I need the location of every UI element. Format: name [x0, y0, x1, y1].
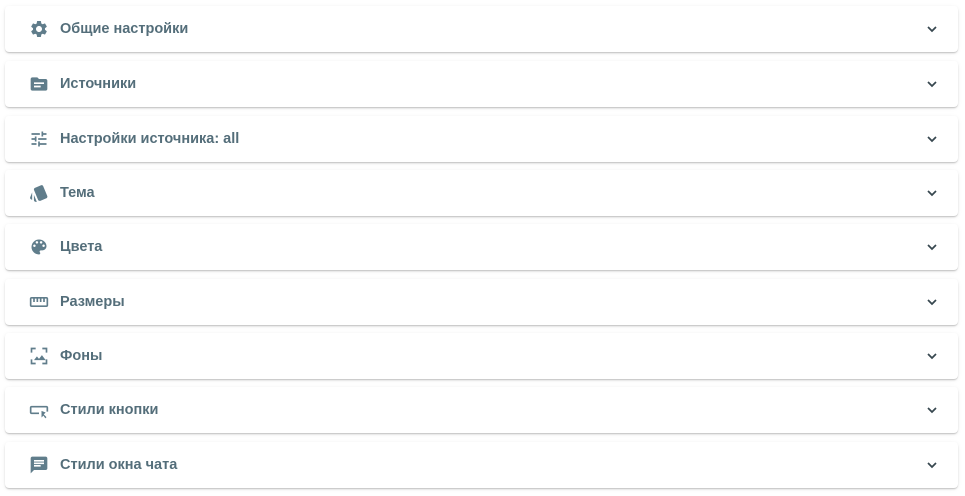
button-cursor-icon — [29, 400, 49, 420]
panel-theme[interactable]: Тема — [5, 170, 958, 216]
panel-button-styles[interactable]: Стили кнопки — [5, 387, 958, 433]
chat-bubble-icon — [29, 455, 49, 475]
panel-backgrounds[interactable]: Фоны — [5, 333, 958, 379]
ruler-icon — [29, 292, 49, 312]
panel-header[interactable]: Источники — [5, 61, 958, 107]
panel-general-settings[interactable]: Общие настройки — [5, 6, 958, 52]
panel-label: Стили окна чата — [60, 457, 178, 473]
chevron-down-icon[interactable] — [924, 239, 940, 255]
sliders-icon — [29, 129, 49, 149]
panel-label: Стили кнопки — [60, 402, 159, 418]
panel-header[interactable]: Настройки источника: all — [5, 116, 958, 162]
chevron-down-icon[interactable] — [924, 76, 940, 92]
chevron-down-icon[interactable] — [924, 457, 940, 473]
settings-accordion: Общие настройки Источники Настройки исто… — [0, 0, 965, 496]
chevron-down-icon[interactable] — [924, 185, 940, 201]
chevron-down-icon[interactable] — [924, 294, 940, 310]
chevron-down-icon[interactable] — [924, 21, 940, 37]
panel-chat-window-styles[interactable]: Стили окна чата — [5, 442, 958, 488]
chevron-down-icon[interactable] — [924, 402, 940, 418]
panel-header[interactable]: Стили кнопки — [5, 387, 958, 433]
panel-source-settings[interactable]: Настройки источника: all — [5, 116, 958, 162]
theme-swatch-icon — [29, 183, 49, 203]
palette-icon — [29, 237, 49, 257]
panel-header[interactable]: Размеры — [5, 279, 958, 325]
panel-label: Настройки источника: all — [60, 131, 240, 147]
panel-header[interactable]: Общие настройки — [5, 6, 958, 52]
panel-colors[interactable]: Цвета — [5, 224, 958, 270]
panel-header[interactable]: Стили окна чата — [5, 442, 958, 488]
panel-label: Источники — [60, 76, 137, 92]
panel-sources[interactable]: Источники — [5, 61, 958, 107]
panel-header[interactable]: Тема — [5, 170, 958, 216]
panel-label: Размеры — [60, 294, 125, 310]
panel-label: Цвета — [60, 239, 103, 255]
panel-header[interactable]: Цвета — [5, 224, 958, 270]
panel-label: Тема — [60, 185, 95, 201]
panel-header[interactable]: Фоны — [5, 333, 958, 379]
chevron-down-icon[interactable] — [924, 348, 940, 364]
gear-icon — [29, 19, 49, 39]
panel-sizes[interactable]: Размеры — [5, 279, 958, 325]
image-frame-icon — [29, 346, 49, 366]
panel-label: Фоны — [60, 348, 103, 364]
panel-label: Общие настройки — [60, 21, 189, 37]
chevron-down-icon[interactable] — [924, 131, 940, 147]
folder-icon — [29, 74, 49, 94]
